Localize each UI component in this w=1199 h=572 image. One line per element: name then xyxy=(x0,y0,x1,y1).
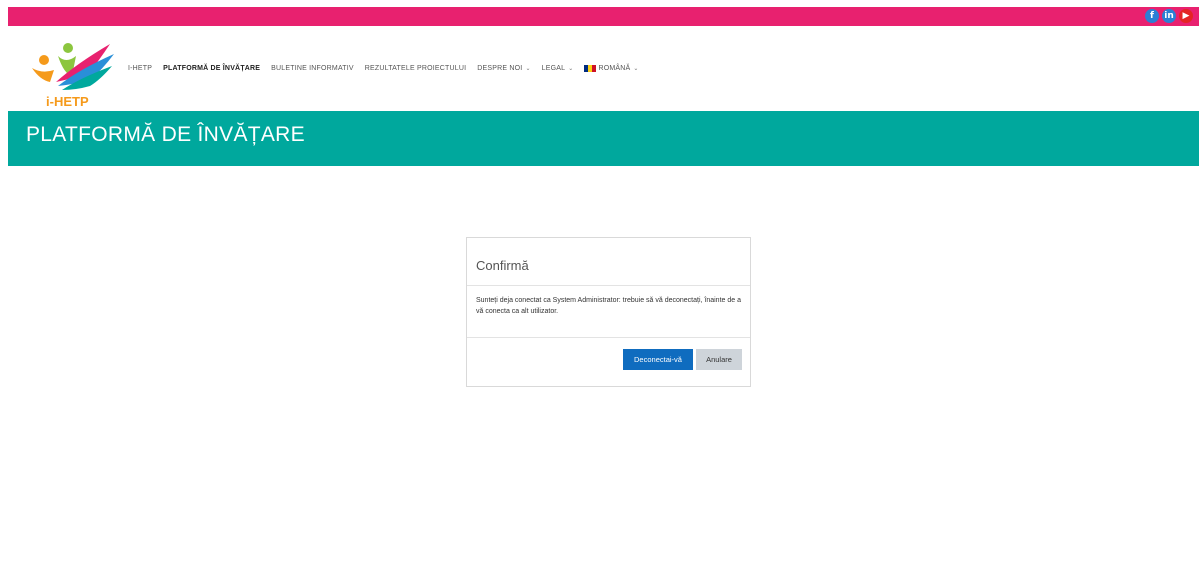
nav-item-newsletters[interactable]: BULETINE INFORMATIV xyxy=(271,65,354,72)
dialog-message: Sunteți deja conectat ca System Administ… xyxy=(467,286,750,338)
social-links: f in ▶ xyxy=(1145,9,1193,23)
youtube-icon[interactable]: ▶ xyxy=(1179,9,1193,23)
nav-item-about-us[interactable]: DESPRE NOI ⌄ xyxy=(477,65,530,72)
chevron-down-icon: ⌄ xyxy=(633,66,639,72)
dialog-title: Confirmă xyxy=(467,238,750,286)
linkedin-icon[interactable]: in xyxy=(1162,9,1176,23)
page-title: PLATFORMĂ DE ÎNVĂȚARE xyxy=(26,123,305,146)
nav-item-ihetp[interactable]: I-HETP xyxy=(128,65,152,72)
chevron-down-icon: ⌄ xyxy=(568,66,574,72)
page-banner: PLATFORMĂ DE ÎNVĂȚARE xyxy=(8,111,1199,166)
site-logo[interactable]: i-HETP xyxy=(28,34,118,114)
nav-item-legal[interactable]: LEGAL ⌄ xyxy=(542,65,574,72)
svg-text:i-HETP: i-HETP xyxy=(46,94,89,109)
site-header: i-HETP I-HETP PLATFORMĂ DE ÎNVĂȚARE BULE… xyxy=(8,26,1199,111)
main-nav: I-HETP PLATFORMĂ DE ÎNVĂȚARE BULETINE IN… xyxy=(128,65,650,72)
nav-item-language[interactable]: ROMÂNĂ ⌄ xyxy=(584,65,638,72)
romania-flag-icon xyxy=(584,65,596,72)
dialog-footer: Deconectai-vă Anulare xyxy=(467,338,750,386)
nav-item-project-results[interactable]: REZULTATELE PROIECTULUI xyxy=(365,65,466,72)
top-bar: f in ▶ xyxy=(8,7,1199,26)
nav-item-learning-platform[interactable]: PLATFORMĂ DE ÎNVĂȚARE xyxy=(163,65,260,72)
chevron-down-icon: ⌄ xyxy=(525,66,531,72)
cancel-button[interactable]: Anulare xyxy=(696,349,742,370)
logout-button[interactable]: Deconectai-vă xyxy=(623,349,693,370)
facebook-icon[interactable]: f xyxy=(1145,9,1159,23)
confirm-dialog: Confirmă Sunteți deja conectat ca System… xyxy=(466,237,751,387)
